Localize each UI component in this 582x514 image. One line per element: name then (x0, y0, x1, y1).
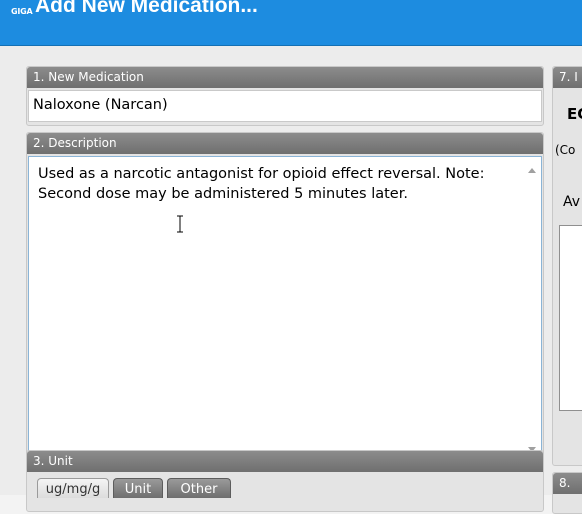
new-medication-header: 1. New Medication (27, 67, 543, 88)
description-textarea[interactable]: Used as a narcotic antagonist for opioid… (28, 156, 542, 463)
section8-header: 8. (553, 473, 582, 494)
unit-group: 3. Unit ug/mg/g Unit Other (26, 450, 544, 512)
description-text: Used as a narcotic antagonist for opioid… (38, 166, 485, 202)
unit-tab-ug-mg-g[interactable]: ug/mg/g (37, 478, 109, 498)
medication-name-value: Naloxone (Narcan) (33, 97, 168, 113)
app-logo-icon: GIGA (11, 7, 33, 16)
scroll-up-arrow-icon[interactable] (528, 168, 536, 173)
available-list[interactable] (559, 225, 582, 411)
unit-tab-other[interactable]: Other (167, 478, 231, 498)
new-medication-group: 1. New Medication Naloxone (Narcan) (26, 66, 544, 126)
section7-label: Av (563, 194, 581, 210)
section8-group: 8. (552, 472, 582, 514)
description-group: 2. Description Used as a narcotic antago… (26, 132, 544, 489)
title-bar: GIGA Add New Medication... (0, 0, 582, 46)
unit-header: 3. Unit (27, 451, 543, 472)
dialog-body: 1. New Medication Naloxone (Narcan) 2. D… (0, 46, 582, 514)
text-cursor-icon (177, 215, 183, 233)
section7-sub-text: (Co (555, 143, 576, 157)
medication-name-field[interactable]: Naloxone (Narcan) (28, 90, 542, 122)
unit-tab-unit[interactable]: Unit (113, 478, 163, 498)
section7-group: 7. I EC (Co Av (552, 66, 582, 466)
section7-header: 7. I (553, 67, 582, 88)
window-title: Add New Medication... (35, 0, 258, 17)
section7-bold-text: EC (567, 105, 582, 123)
description-header: 2. Description (27, 133, 543, 154)
description-scrollbar[interactable] (523, 157, 541, 462)
